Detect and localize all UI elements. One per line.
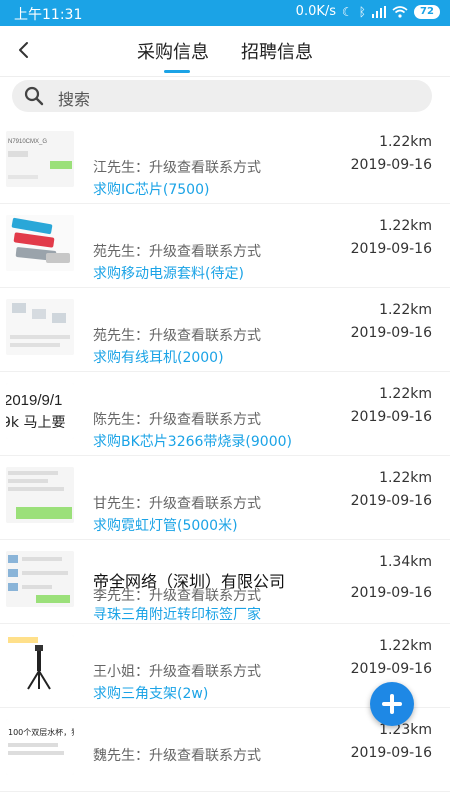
thumb-text: N7910CMX_G: [8, 139, 47, 145]
item-contact: 苑先生：升级查看联系方式: [93, 328, 261, 344]
item-date: 2019-09-16: [350, 325, 432, 341]
active-tab-indicator: [164, 70, 190, 73]
moon-icon: ☾: [342, 4, 353, 19]
add-button[interactable]: [370, 682, 414, 726]
wifi-icon: [392, 5, 408, 18]
list-item[interactable]: 1.22km 苑先生：升级查看联系方式 2019-09-16 求购移动电源套料(…: [0, 204, 450, 288]
tab-purchase-info[interactable]: 采购信息: [137, 38, 209, 64]
status-time: 上午11:31: [14, 7, 83, 23]
list-item[interactable]: 1.22km 甘先生：升级查看联系方式 2019-09-16 求购霓虹灯管(50…: [0, 456, 450, 540]
item-title[interactable]: 求购移动电源套料(待定): [93, 263, 244, 283]
item-thumbnail: [6, 635, 74, 691]
item-distance: 1.22km: [379, 638, 432, 654]
item-title[interactable]: 求购BK芯片3266带烧录(9000): [93, 431, 292, 451]
battery-icon: 72: [414, 4, 440, 19]
item-thumbnail: [6, 299, 74, 355]
status-bar: 上午11:31 0.0K/s ☾ ᛒ 72: [0, 0, 450, 26]
search-area: 搜索: [0, 77, 450, 117]
item-contact: 江先生：升级查看联系方式: [93, 160, 261, 176]
item-contact: 魏先生：升级查看联系方式: [93, 748, 261, 764]
chevron-left-icon[interactable]: [12, 36, 38, 64]
item-date: 2019-09-16: [350, 745, 432, 761]
item-thumbnail: [6, 467, 74, 523]
item-thumbnail: [6, 215, 74, 271]
item-contact: 陈先生：升级查看联系方式: [93, 412, 261, 428]
list-item[interactable]: N7910CMX_G 1.22km 江先生：升级查看联系方式 2019-09-1…: [0, 120, 450, 204]
item-title[interactable]: 求购霓虹灯管(5000米): [93, 515, 238, 535]
item-distance: 1.22km: [379, 302, 432, 318]
item-thumbnail: [6, 551, 74, 607]
item-date: 2019-09-16: [350, 241, 432, 257]
plus-icon-vertical: [390, 694, 394, 714]
item-distance: 1.34km: [379, 554, 432, 570]
item-title[interactable]: 寻珠三角附近转印标签厂家: [93, 604, 261, 624]
item-date: 2019-09-16: [350, 585, 432, 601]
search-input[interactable]: 搜索: [12, 80, 432, 112]
item-distance: 1.22km: [379, 470, 432, 486]
item-date: 2019-09-16: [350, 661, 432, 677]
signal-icon: [372, 5, 386, 18]
item-thumbnail: 100个双层水杯，猫: [6, 719, 74, 775]
item-title[interactable]: 求购IC芯片(7500): [93, 179, 209, 199]
item-thumbnail: 2019/9/1 9k 马上要: [6, 383, 74, 439]
list-item[interactable]: 帝全网络（深圳）有限公司 1.34km 李先生：升级查看联系方式 2019-09…: [0, 540, 450, 624]
item-thumbnail: N7910CMX_G: [6, 131, 74, 187]
item-contact: 苑先生：升级查看联系方式: [93, 244, 261, 260]
item-title[interactable]: 求购有线耳机(2000): [93, 347, 224, 367]
list-item[interactable]: 1.22km 苑先生：升级查看联系方式 2019-09-16 求购有线耳机(20…: [0, 288, 450, 372]
item-date: 2019-09-16: [350, 157, 432, 173]
item-distance: 1.22km: [379, 218, 432, 234]
thumb-text: 100个双层水杯，猫: [8, 727, 74, 737]
network-speed: 0.0K/s: [295, 4, 337, 19]
list-item[interactable]: 2019/9/1 9k 马上要 1.22km 陈先生：升级查看联系方式 2019…: [0, 372, 450, 456]
header: 采购信息 招聘信息: [0, 26, 450, 77]
status-icons: 0.0K/s ☾ ᛒ 72: [296, 4, 440, 19]
item-date: 2019-09-16: [350, 493, 432, 509]
item-contact: 甘先生：升级查看联系方式: [93, 496, 261, 512]
item-distance: 1.22km: [379, 386, 432, 402]
item-date: 2019-09-16: [350, 409, 432, 425]
item-distance: 1.22km: [379, 134, 432, 150]
item-contact: 王小姐：升级查看联系方式: [93, 664, 261, 680]
bluetooth-icon: ᛒ: [358, 4, 366, 19]
search-placeholder: 搜索: [58, 90, 91, 109]
item-contact: 李先生：升级查看联系方式: [93, 588, 261, 604]
thumb-text: 9k 马上要: [6, 415, 65, 431]
item-title[interactable]: 求购三角支架(2w): [93, 683, 208, 703]
tab-recruitment-info[interactable]: 招聘信息: [241, 38, 313, 64]
thumb-text: 2019/9/1: [6, 392, 62, 409]
search-icon: [24, 86, 44, 106]
